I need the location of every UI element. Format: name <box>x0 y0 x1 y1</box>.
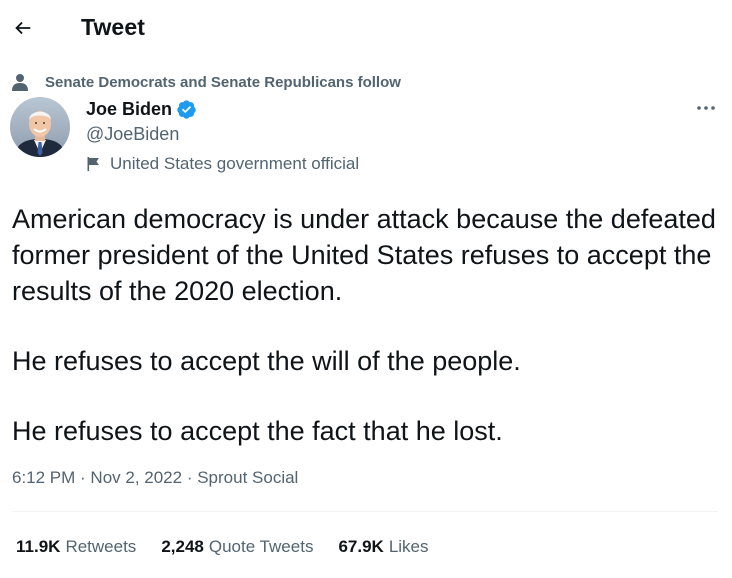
affiliation-label-text: United States government official <box>110 154 360 173</box>
quote-tweets-label: Quote Tweets <box>208 537 314 556</box>
tweet-paragraph: American democracy is under attack becau… <box>12 204 716 306</box>
tweet-paragraph: He refuses to accept the will of the peo… <box>12 346 521 376</box>
author-name[interactable]: Joe Biden <box>86 99 172 120</box>
back-button[interactable] <box>8 13 38 43</box>
quote-tweets-count: 2,248 <box>161 537 204 556</box>
meta-separator: · <box>182 468 198 487</box>
flag-icon <box>87 157 99 171</box>
social-context-text: Senate Democrats and Senate Republicans … <box>45 73 401 91</box>
tweet-detail-page: Tweet Senate Democrats and Senate Republ… <box>0 0 732 578</box>
retweets-label: Retweets <box>65 537 137 556</box>
author-avatar[interactable] <box>10 97 70 157</box>
engagement-stats: 11.9K Retweets 2,248 Quote Tweets 67.9K … <box>16 537 454 557</box>
avatar-image <box>10 97 70 157</box>
tweet-source[interactable]: Sprout Social <box>197 468 298 488</box>
tweet-paragraph: He refuses to accept the fact that he lo… <box>12 416 503 446</box>
tweet-metadata: 6:12 PM · Nov 2, 2022 · Sprout Social <box>12 468 298 488</box>
tweet-date[interactable]: Nov 2, 2022 <box>90 468 182 488</box>
retweets-stat[interactable]: 11.9K Retweets <box>16 537 136 557</box>
verified-badge-icon <box>177 99 196 119</box>
more-horizontal-icon <box>697 106 715 110</box>
likes-stat[interactable]: 67.9K Likes <box>338 537 428 557</box>
more-options-button[interactable] <box>692 96 720 120</box>
social-context[interactable]: Senate Democrats and Senate Republicans … <box>12 71 401 93</box>
page-title: Tweet <box>81 14 145 40</box>
header-bar: Tweet <box>0 0 732 58</box>
person-icon <box>12 74 28 91</box>
tweet-time[interactable]: 6:12 PM <box>12 468 75 488</box>
retweets-count: 11.9K <box>16 537 61 556</box>
tweet-text: American democracy is under attack becau… <box>12 201 717 449</box>
affiliation-label[interactable]: United States government official <box>86 153 359 175</box>
likes-count: 67.9K <box>338 537 384 556</box>
likes-label: Likes <box>388 537 429 556</box>
author-handle[interactable]: @JoeBiden <box>86 124 179 145</box>
quote-tweets-stat[interactable]: 2,248 Quote Tweets <box>161 537 313 557</box>
divider <box>12 511 718 512</box>
author-name-row: Joe Biden <box>86 97 197 121</box>
arrow-left-icon <box>15 21 31 35</box>
meta-separator: · <box>75 468 91 487</box>
